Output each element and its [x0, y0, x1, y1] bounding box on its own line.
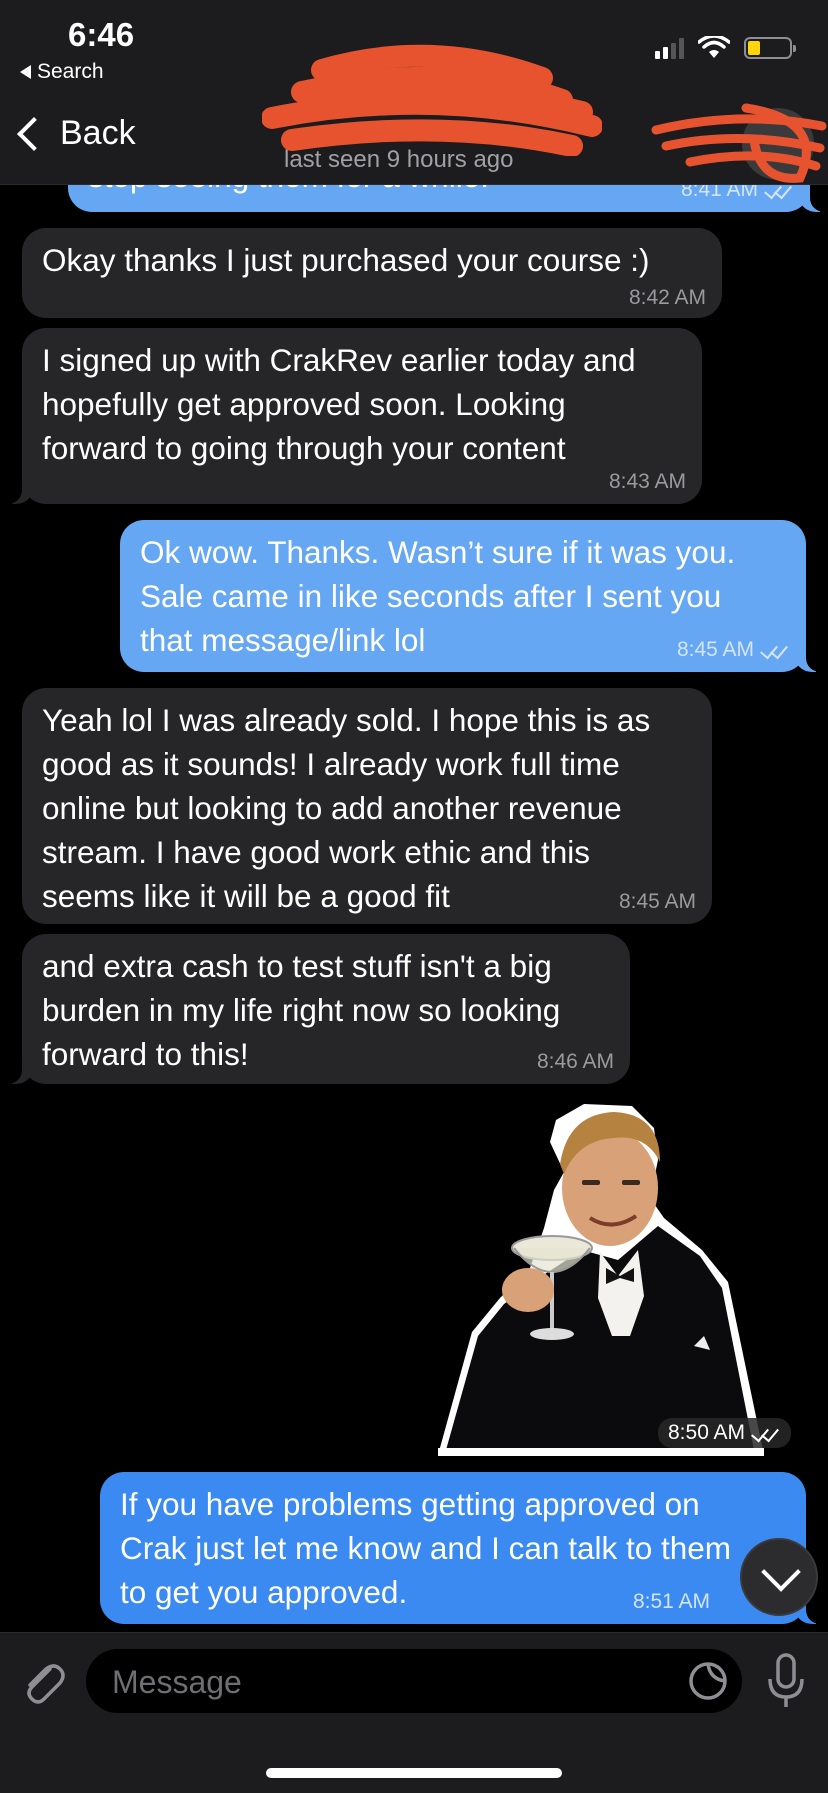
sticker-time-badge: 8:50 AM [658, 1418, 792, 1448]
paperclip-icon[interactable] [20, 1659, 66, 1705]
message-text: I signed up with CrakRev earlier today a… [42, 342, 636, 466]
back-label: Back [60, 114, 136, 152]
battery-level [748, 41, 760, 55]
message-bubble-incoming[interactable]: Okay thanks I just purchased your course… [22, 228, 722, 318]
bubble-tail [0, 1062, 34, 1084]
status-icons [655, 36, 796, 60]
chevron-left-icon [17, 116, 51, 151]
toast-sticker-icon[interactable] [432, 1100, 770, 1458]
message-bubble-incoming[interactable]: I signed up with CrakRev earlier today a… [0, 328, 702, 504]
message-time: 8:46 AM [536, 1050, 614, 1073]
message-meta: 8:45 AM [677, 638, 790, 662]
message-bubble-outgoing[interactable]: If you have problems getting approved on… [100, 1472, 828, 1624]
home-indicator [266, 1768, 562, 1778]
wifi-icon [698, 36, 730, 58]
chevron-down-icon [761, 1552, 801, 1592]
scroll-to-bottom-button[interactable] [740, 1538, 818, 1616]
status-time: 6:46 [68, 16, 135, 53]
message-time: 8:51 AM [632, 1590, 710, 1613]
bubble-tail [798, 190, 828, 212]
message-time: 8:45 AM [676, 638, 754, 661]
return-app-label: Search [37, 60, 104, 83]
message-text: Yeah lol I was already sold. I hope this… [42, 702, 651, 914]
redaction-scribble-name [262, 44, 602, 156]
message-bubble-incoming[interactable]: and extra cash to test stuff isn't a big… [0, 934, 630, 1084]
message-time: 8:42 AM [628, 286, 706, 309]
message-input[interactable] [110, 1659, 654, 1705]
message-field[interactable] [86, 1649, 742, 1713]
return-to-app-link[interactable]: Search [20, 60, 104, 84]
message-text: and extra cash to test stuff isn't a big… [42, 948, 561, 1072]
message-time: 8:43 AM [608, 470, 686, 493]
chat-history[interactable]: stop seeing them for a while. 8:41 AM Ok… [0, 0, 828, 1632]
back-button[interactable]: Back [14, 114, 136, 153]
sticker-icon[interactable] [688, 1661, 728, 1701]
message-text: Okay thanks I just purchased your course… [42, 242, 650, 278]
message-input-bar [0, 1632, 828, 1793]
microphone-icon[interactable] [764, 1651, 808, 1711]
message-time: 8:50 AM [668, 1421, 746, 1444]
bubble-tail [794, 650, 828, 672]
read-ticks-icon [751, 1423, 781, 1443]
cellular-signal-icon [655, 37, 684, 59]
message-bubble-outgoing[interactable]: Ok wow. Thanks. Wasn’t sure if it was yo… [120, 520, 828, 672]
back-triangle-icon [20, 65, 31, 79]
navigation-bar: 6:46 Search Back last seen 9 hours ago [0, 0, 828, 185]
read-ticks-icon [760, 640, 790, 660]
battery-icon [744, 37, 796, 59]
bubble-tail [0, 482, 34, 504]
message-bubble-incoming[interactable]: Yeah lol I was already sold. I hope this… [22, 688, 712, 924]
redaction-scribble-avatar [651, 103, 827, 183]
message-time: 8:45 AM [618, 890, 696, 913]
